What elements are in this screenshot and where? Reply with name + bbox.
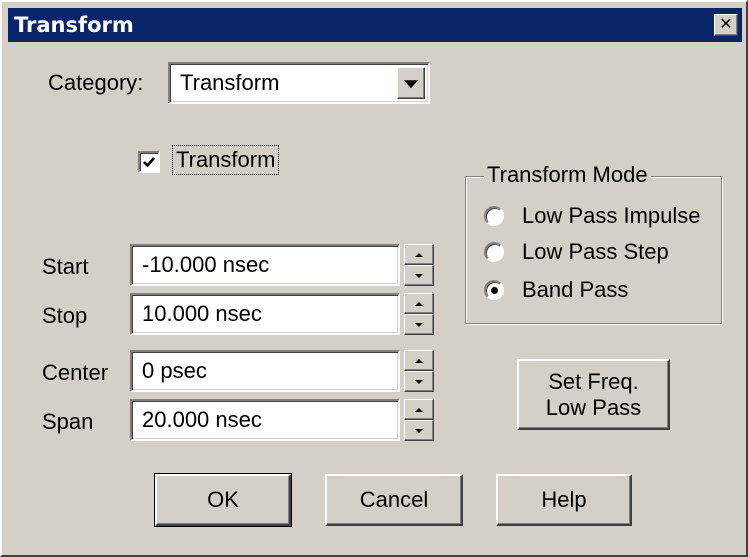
checkmark-icon <box>143 157 155 168</box>
radio-low-pass-impulse[interactable] <box>484 206 504 226</box>
radio-label-low-pass-step[interactable]: Low Pass Step <box>522 239 669 265</box>
center-label: Center <box>42 360 109 385</box>
spin-down-icon[interactable] <box>404 371 434 392</box>
spin-up-icon[interactable] <box>404 244 434 265</box>
spin-up-icon[interactable] <box>404 350 434 371</box>
stop-field[interactable]: 10.000 nsec <box>130 293 400 335</box>
start-value: -10.000 nsec <box>142 252 270 277</box>
close-icon: ✕ <box>719 16 733 33</box>
radio-label-band-pass[interactable]: Band Pass <box>522 277 628 303</box>
category-value: Transform <box>180 70 280 95</box>
span-field[interactable]: 20.000 nsec <box>130 399 400 441</box>
radio-label-low-pass-impulse[interactable]: Low Pass Impulse <box>522 203 701 229</box>
start-spinner[interactable] <box>404 244 434 286</box>
transform-checkbox[interactable] <box>138 151 160 173</box>
span-label: Span <box>42 409 94 434</box>
spin-down-icon[interactable] <box>404 314 434 335</box>
transform-checkbox-label[interactable]: Transform <box>171 145 280 175</box>
radio-low-pass-step[interactable] <box>484 242 504 262</box>
window-title: Transform <box>14 13 134 37</box>
stop-label: Stop <box>42 303 88 328</box>
spin-down-icon[interactable] <box>404 265 434 286</box>
radio-band-pass[interactable] <box>484 280 504 300</box>
help-button[interactable]: Help <box>496 474 632 526</box>
ok-button[interactable]: OK <box>154 473 292 527</box>
stop-spinner[interactable] <box>404 293 434 335</box>
set-freq-line2: Low Pass <box>545 394 642 420</box>
spin-up-icon[interactable] <box>404 293 434 314</box>
span-value: 20.000 nsec <box>142 407 262 432</box>
transform-mode-title: Transform Mode <box>484 162 651 188</box>
category-dropdown[interactable]: Transform <box>168 62 430 104</box>
set-freq-line1: Set Freq. <box>548 369 639 395</box>
title-bar[interactable]: Transform ✕ <box>8 8 742 42</box>
center-field[interactable]: 0 psec <box>130 350 400 392</box>
transform-dialog: Transform ✕ Category: Transform Transfor… <box>0 0 748 557</box>
chevron-down-icon[interactable] <box>397 67 425 99</box>
category-label: Category: <box>48 70 144 95</box>
spin-down-icon[interactable] <box>404 420 434 441</box>
center-value: 0 psec <box>142 358 207 383</box>
span-spinner[interactable] <box>404 399 434 441</box>
cancel-button[interactable]: Cancel <box>325 474 463 526</box>
set-freq-low-pass-button[interactable]: Set Freq. Low Pass <box>517 359 670 430</box>
close-button[interactable]: ✕ <box>714 14 738 36</box>
start-label: Start <box>42 254 89 279</box>
stop-value: 10.000 nsec <box>142 301 262 326</box>
spin-up-icon[interactable] <box>404 399 434 420</box>
center-spinner[interactable] <box>404 350 434 392</box>
start-field[interactable]: -10.000 nsec <box>130 244 400 286</box>
